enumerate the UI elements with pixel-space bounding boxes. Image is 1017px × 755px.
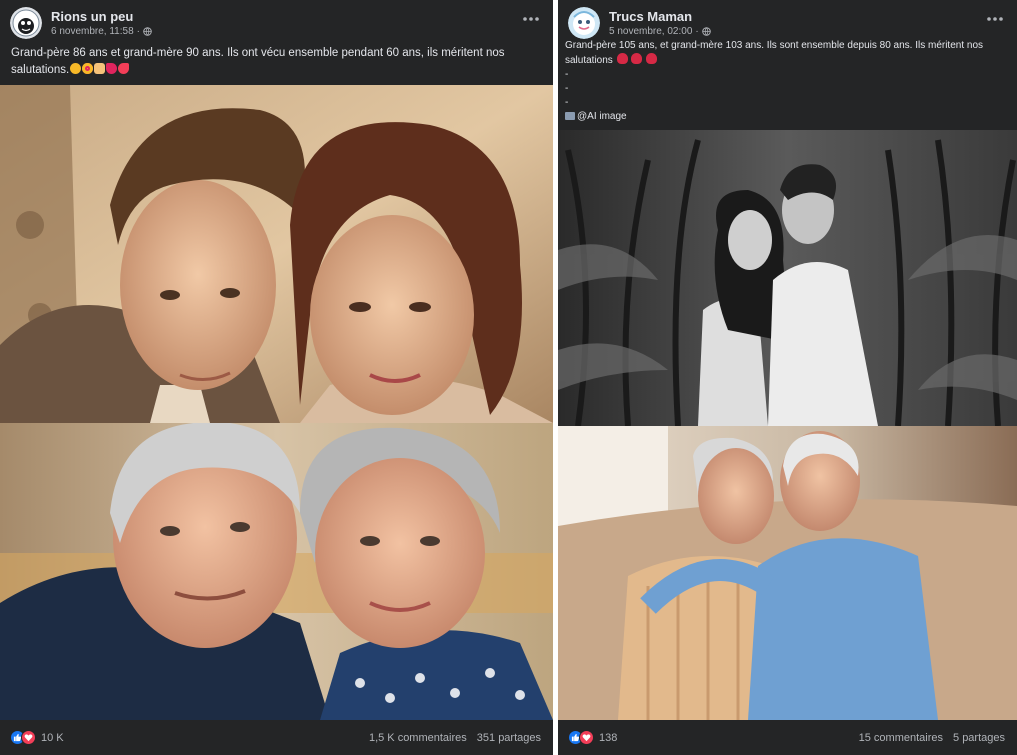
love-heart-icon [579, 730, 594, 745]
caption-dash: - [565, 69, 569, 80]
shares-count-link[interactable]: 5 partages [953, 732, 1005, 744]
post-photo-elderly-couple[interactable] [0, 423, 553, 720]
page-name[interactable]: Rions un peu [51, 9, 133, 24]
post-header: Rions un peu 6 novembre, 11:58 · [10, 7, 543, 41]
rose-emoji-icon [616, 53, 628, 64]
reaction-count: 138 [599, 731, 618, 744]
page-name[interactable]: Trucs Maman [609, 9, 692, 24]
post-photo-elderly-couple-couch[interactable] [558, 426, 1017, 720]
comments-count-link[interactable]: 15 commentaires [859, 732, 943, 744]
globe-icon [701, 27, 711, 36]
post-footer: 138 15 commentaires 5 partages [558, 720, 1017, 755]
page-avatar[interactable] [10, 7, 42, 39]
post-stats: 1,5 K commentaires 351 partages [369, 732, 541, 744]
post-caption: Grand-père 105 ans, et grand-mère 103 an… [565, 39, 1005, 124]
post-photo-young-couple[interactable] [0, 85, 553, 423]
reaction-count: 10 K [41, 731, 64, 744]
more-options-button[interactable] [985, 12, 1005, 26]
post-rions-un-peu: Rions un peu 6 novembre, 11:58 · Grand-p… [0, 0, 553, 755]
credit-text: @AI image [577, 111, 627, 122]
comments-count-link[interactable]: 1,5 K commentaires [369, 732, 467, 744]
more-horizontal-icon [987, 17, 1003, 21]
caption-line: salutations [565, 53, 1005, 68]
caption-credit: @AI image [565, 110, 1005, 124]
shares-count-link[interactable]: 351 partages [477, 732, 541, 744]
heart-emoji-icon [106, 62, 118, 74]
post-date[interactable]: 6 novembre, 11:58 [51, 26, 134, 37]
love-heart-icon [21, 730, 36, 745]
camera-icon [565, 112, 575, 120]
rose-emoji-icon [631, 53, 643, 64]
more-options-button[interactable] [521, 12, 541, 26]
page-avatar[interactable] [568, 7, 600, 39]
hearts-emoji-icon [118, 62, 130, 74]
globe-icon [143, 27, 152, 36]
caption-text: salutations [565, 55, 613, 66]
more-horizontal-icon [523, 17, 539, 21]
reactions-summary[interactable]: 138 [568, 730, 617, 745]
smiling-face-emoji-icon [70, 62, 82, 74]
post-date[interactable]: 5 novembre, 02:00 [609, 26, 692, 37]
caption-text: salutations. [11, 63, 70, 76]
reactions-summary[interactable]: 10 K [10, 730, 64, 745]
caption-dash: - [565, 83, 569, 94]
post-caption: Grand-père 86 ans et grand-mère 90 ans. … [11, 45, 541, 78]
caption-line: Grand-père 105 ans, et grand-mère 103 an… [565, 40, 984, 51]
post-footer: 10 K 1,5 K commentaires 351 partages [0, 720, 553, 755]
meta-separator: · [695, 26, 699, 37]
post-meta: 5 novembre, 02:00 · [609, 26, 711, 37]
post-photo-young-couple-bw[interactable] [558, 130, 1017, 426]
caption-line: Grand-père 86 ans et grand-mère 90 ans. … [11, 47, 505, 59]
post-trucs-maman: Trucs Maman 5 novembre, 02:00 · Grand-pè… [558, 0, 1017, 755]
folded-hands-emoji-icon [94, 62, 106, 74]
rose-emoji-icon [646, 53, 658, 64]
meta-separator: · [136, 26, 140, 37]
post-header: Trucs Maman 5 novembre, 02:00 · [568, 7, 1007, 41]
post-meta: 6 novembre, 11:58 · [51, 26, 152, 37]
post-stats: 15 commentaires 5 partages [859, 732, 1005, 744]
heart-eyes-face-emoji-icon [82, 62, 94, 74]
caption-dash: - [565, 97, 569, 108]
caption-line: salutations. [11, 62, 541, 79]
